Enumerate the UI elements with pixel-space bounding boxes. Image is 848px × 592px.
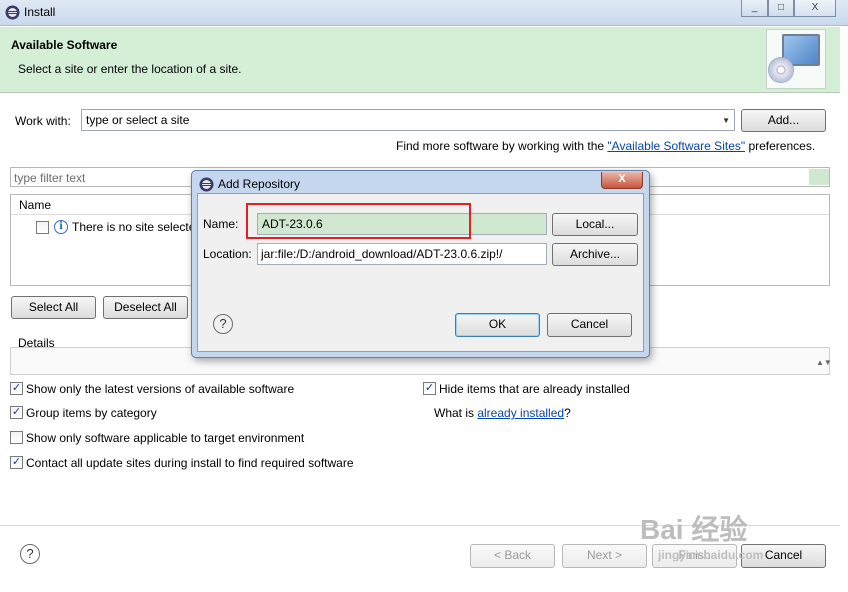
tree-row-text: There is no site selected.: [72, 220, 206, 234]
find-more-suffix: preferences.: [745, 139, 816, 153]
latest-label: Show only the latest versions of availab…: [26, 382, 295, 396]
dialog-cancel-button[interactable]: Cancel: [547, 313, 632, 337]
watermark-logo-text: Bai 经验: [640, 514, 748, 545]
select-all-button[interactable]: Select All: [11, 296, 96, 319]
ok-button[interactable]: OK: [455, 313, 540, 337]
contact-label: Contact all update sites during install …: [26, 456, 354, 470]
add-site-button[interactable]: Add...: [741, 109, 826, 132]
baidu-watermark: Bai 经验 jingyan.baidu.com: [640, 498, 840, 570]
filter-placeholder: type filter text: [14, 171, 86, 185]
name-column-header[interactable]: Name: [19, 198, 51, 212]
hide-installed-label: Hide items that are already installed: [439, 382, 630, 396]
help-icon[interactable]: ?: [20, 544, 40, 564]
next-button[interactable]: Next >: [562, 544, 647, 568]
what-is-prefix: What is: [434, 406, 478, 420]
highlight-box: [246, 203, 471, 239]
work-with-value: type or select a site: [86, 113, 190, 127]
dialog-close-button[interactable]: X: [601, 172, 643, 189]
what-is-suffix: ?: [564, 406, 571, 420]
eclipse-icon: [5, 5, 20, 20]
find-more-prefix: Find more software by working with the: [396, 139, 608, 153]
back-button[interactable]: < Back: [470, 544, 555, 568]
window-title-bar: Install _ □ X: [0, 0, 848, 26]
header-banner: Available Software Select a site or ente…: [0, 27, 840, 93]
watermark-url: jingyan.baidu.com: [658, 548, 764, 562]
work-with-label: Work with:: [15, 114, 71, 128]
location-input[interactable]: jar:file:/D:/android_download/ADT-23.0.6…: [257, 243, 547, 265]
window-title: Install: [24, 5, 56, 19]
find-more-text: Find more software by working with the "…: [396, 139, 815, 153]
details-scroll-icon[interactable]: ▲▼: [816, 358, 832, 367]
cd-disc-icon: [768, 57, 794, 83]
available-software-sites-link[interactable]: "Available Software Sites": [607, 139, 745, 153]
work-with-combo[interactable]: type or select a site ▼: [81, 109, 735, 131]
applicable-checkbox[interactable]: [10, 431, 23, 444]
applicable-label: Show only software applicable to target …: [26, 431, 305, 445]
contact-checkbox[interactable]: ✓: [10, 456, 23, 469]
local-button[interactable]: Local...: [552, 213, 638, 236]
group-checkbox[interactable]: ✓: [10, 406, 23, 419]
location-input-value: jar:file:/D:/android_download/ADT-23.0.6…: [261, 247, 503, 261]
already-installed-link[interactable]: already installed: [477, 406, 564, 420]
dialog-title: Add Repository: [218, 177, 301, 191]
location-label: Location:: [203, 247, 252, 261]
tree-row-checkbox[interactable]: [36, 221, 49, 234]
latest-checkbox[interactable]: ✓: [10, 382, 23, 395]
page-title: Available Software: [11, 38, 118, 52]
page-subtitle: Select a site or enter the location of a…: [18, 62, 242, 76]
name-label: Name:: [203, 217, 239, 231]
dropdown-arrow-icon[interactable]: ▼: [722, 116, 730, 125]
what-is-text: What is already installed?: [434, 406, 571, 420]
clear-filter-icon[interactable]: [809, 169, 829, 185]
hide-installed-checkbox[interactable]: ✓: [423, 382, 436, 395]
dialog-help-icon[interactable]: ?: [213, 314, 233, 334]
info-icon: i: [54, 220, 68, 234]
maximize-button[interactable]: □: [768, 0, 794, 17]
archive-button[interactable]: Archive...: [552, 243, 638, 266]
minimize-button[interactable]: _: [741, 0, 768, 17]
close-window-button[interactable]: X: [794, 0, 836, 17]
dialog-eclipse-icon: [199, 177, 214, 192]
group-label: Group items by category: [26, 406, 157, 420]
deselect-all-button[interactable]: Deselect All: [103, 296, 188, 319]
